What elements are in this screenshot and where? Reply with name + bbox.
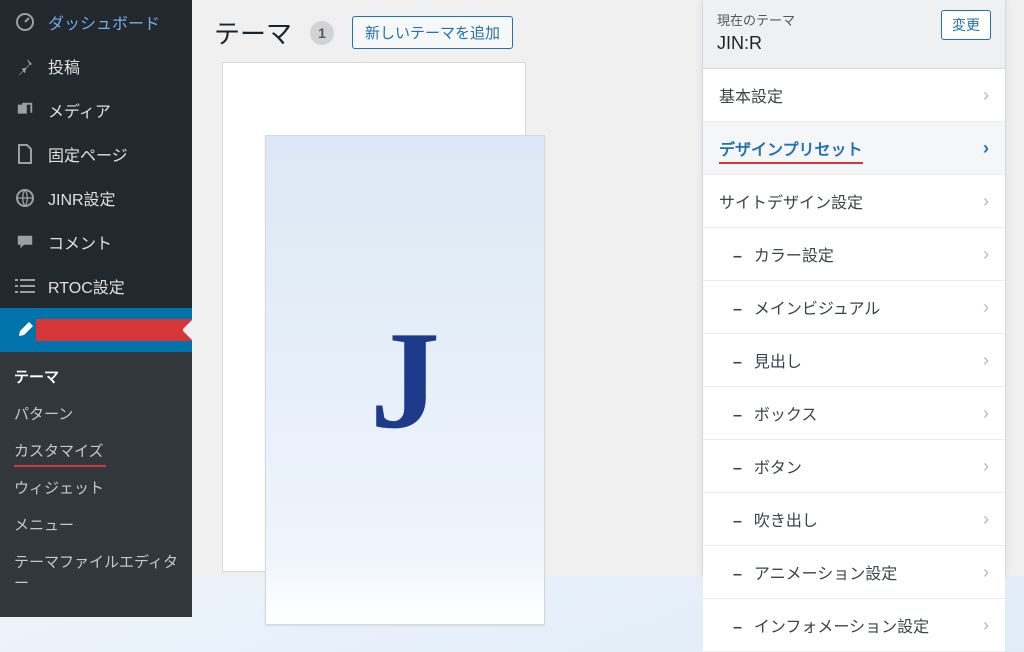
panel-row-label: 吹き出し xyxy=(754,513,818,530)
panel-row-animation[interactable]: –アニメーション設定 › xyxy=(703,546,1005,599)
subnav-menus[interactable]: メニュー xyxy=(0,506,192,543)
sidebar-item-comments[interactable]: コメント xyxy=(0,220,192,264)
panel-row-label: インフォメーション設定 xyxy=(754,619,929,636)
sidebar-label: 固定ページ xyxy=(48,142,128,166)
chevron-right-icon: › xyxy=(983,350,989,371)
panel-row-box[interactable]: –ボックス › xyxy=(703,387,1005,440)
dashboard-icon xyxy=(14,11,36,33)
pin-icon xyxy=(14,55,36,77)
current-theme-name: JIN:R xyxy=(717,33,795,54)
page-icon xyxy=(14,143,36,165)
panel-header-left: 現在のテーマ JIN:R xyxy=(717,10,795,54)
panel-row-label: サイトデザイン設定 xyxy=(719,189,863,213)
sidebar-item-pages[interactable]: 固定ページ xyxy=(0,132,192,176)
media-icon xyxy=(14,99,36,121)
panel-row-button[interactable]: –ボタン › xyxy=(703,440,1005,493)
globe-icon xyxy=(14,187,36,209)
panel-row-design-preset[interactable]: デザインプリセット › xyxy=(703,122,1005,175)
panel-row-label: ボックス xyxy=(754,407,818,424)
sidebar-label: 外観 xyxy=(48,318,80,342)
panel-row-heading[interactable]: –見出し › xyxy=(703,334,1005,387)
panel-row-label: カラー設定 xyxy=(754,248,834,265)
dash-icon: – xyxy=(733,566,742,583)
sidebar-item-posts[interactable]: 投稿 xyxy=(0,44,192,88)
add-theme-button[interactable]: 新しいテーマを追加 xyxy=(352,16,513,49)
change-theme-button[interactable]: 変更 xyxy=(941,10,991,40)
chevron-right-icon: › xyxy=(983,85,989,106)
brush-icon xyxy=(14,319,36,341)
admin-sidebar: ダッシュボード 投稿 メディア 固定ページ JINR設定 コメント xyxy=(0,0,192,576)
dash-icon: – xyxy=(733,354,742,371)
theme-card-letter: J xyxy=(370,300,440,461)
sidebar-label: ダッシュボード xyxy=(48,10,160,34)
page-title: テーマ xyxy=(214,14,292,51)
chevron-right-icon: › xyxy=(983,456,989,477)
sidebar-label: コメント xyxy=(48,230,112,254)
panel-row-label: 基本設定 xyxy=(719,83,783,107)
list-icon xyxy=(14,275,36,297)
dash-icon: – xyxy=(733,513,742,530)
panel-row-basic[interactable]: 基本設定 › xyxy=(703,69,1005,122)
panel-row-label: デザインプリセット xyxy=(719,136,863,160)
subnav-patterns[interactable]: パターン xyxy=(0,395,192,432)
panel-row-label: ボタン xyxy=(754,460,802,477)
customizer-panel: 現在のテーマ JIN:R 変更 基本設定 › デザインプリセット › サイトデザ… xyxy=(702,0,1006,576)
comment-icon xyxy=(14,231,36,253)
chevron-right-icon: › xyxy=(983,191,989,212)
chevron-right-icon: › xyxy=(983,562,989,583)
panel-row-label: 見出し xyxy=(754,354,802,371)
chevron-right-icon: › xyxy=(983,297,989,318)
panel-list: 基本設定 › デザインプリセット › サイトデザイン設定 › –カラー設定 › … xyxy=(703,69,1005,652)
panel-row-site-design[interactable]: サイトデザイン設定 › xyxy=(703,175,1005,228)
dash-icon: – xyxy=(733,460,742,477)
sidebar-item-rtoc[interactable]: RTOC設定 xyxy=(0,264,192,308)
dash-icon: – xyxy=(733,619,742,636)
theme-count-badge: 1 xyxy=(310,21,334,45)
sidebar-item-jinr[interactable]: JINR設定 xyxy=(0,176,192,220)
panel-row-label: メインビジュアル xyxy=(754,301,880,318)
panel-row-balloon[interactable]: –吹き出し › xyxy=(703,493,1005,546)
dash-icon: – xyxy=(733,407,742,424)
panel-row-color[interactable]: –カラー設定 › xyxy=(703,228,1005,281)
chevron-right-icon: › xyxy=(983,509,989,530)
subnav-theme-editor[interactable]: テーマファイルエディター xyxy=(0,543,192,601)
chevron-right-icon: › xyxy=(983,615,989,636)
panel-header: 現在のテーマ JIN:R 変更 xyxy=(703,0,1005,69)
subnav-themes[interactable]: テーマ xyxy=(0,358,192,395)
main-content: テーマ 1 新しいテーマを追加 J 現在のテーマ JIN:R 変更 基本設定 ›… xyxy=(192,0,1024,576)
dash-icon: – xyxy=(733,248,742,265)
panel-row-mainvisual[interactable]: –メインビジュアル › xyxy=(703,281,1005,334)
dash-icon: – xyxy=(733,301,742,318)
sidebar-item-appearance[interactable]: 外観 xyxy=(0,308,192,352)
chevron-right-icon: › xyxy=(983,244,989,265)
current-theme-label: 現在のテーマ xyxy=(717,10,795,29)
panel-row-information[interactable]: –インフォメーション設定 › xyxy=(703,599,1005,652)
sidebar-item-dashboard[interactable]: ダッシュボード xyxy=(0,0,192,44)
chevron-right-icon: › xyxy=(983,403,989,424)
theme-card-frame: J xyxy=(222,62,526,572)
sidebar-label: 投稿 xyxy=(48,54,80,78)
subnav-widgets[interactable]: ウィジェット xyxy=(0,469,192,506)
subnav-customize[interactable]: カスタマイズ xyxy=(0,432,192,469)
panel-row-label: アニメーション設定 xyxy=(754,566,897,583)
sidebar-subnav: テーマ パターン カスタマイズ ウィジェット メニュー テーマファイルエディター xyxy=(0,352,192,617)
sidebar-label: メディア xyxy=(48,98,111,122)
chevron-right-icon: › xyxy=(983,138,989,159)
sidebar-label: JINR設定 xyxy=(48,186,116,210)
sidebar-label: RTOC設定 xyxy=(48,274,125,298)
theme-card[interactable]: J xyxy=(265,135,545,625)
sidebar-item-media[interactable]: メディア xyxy=(0,88,192,132)
